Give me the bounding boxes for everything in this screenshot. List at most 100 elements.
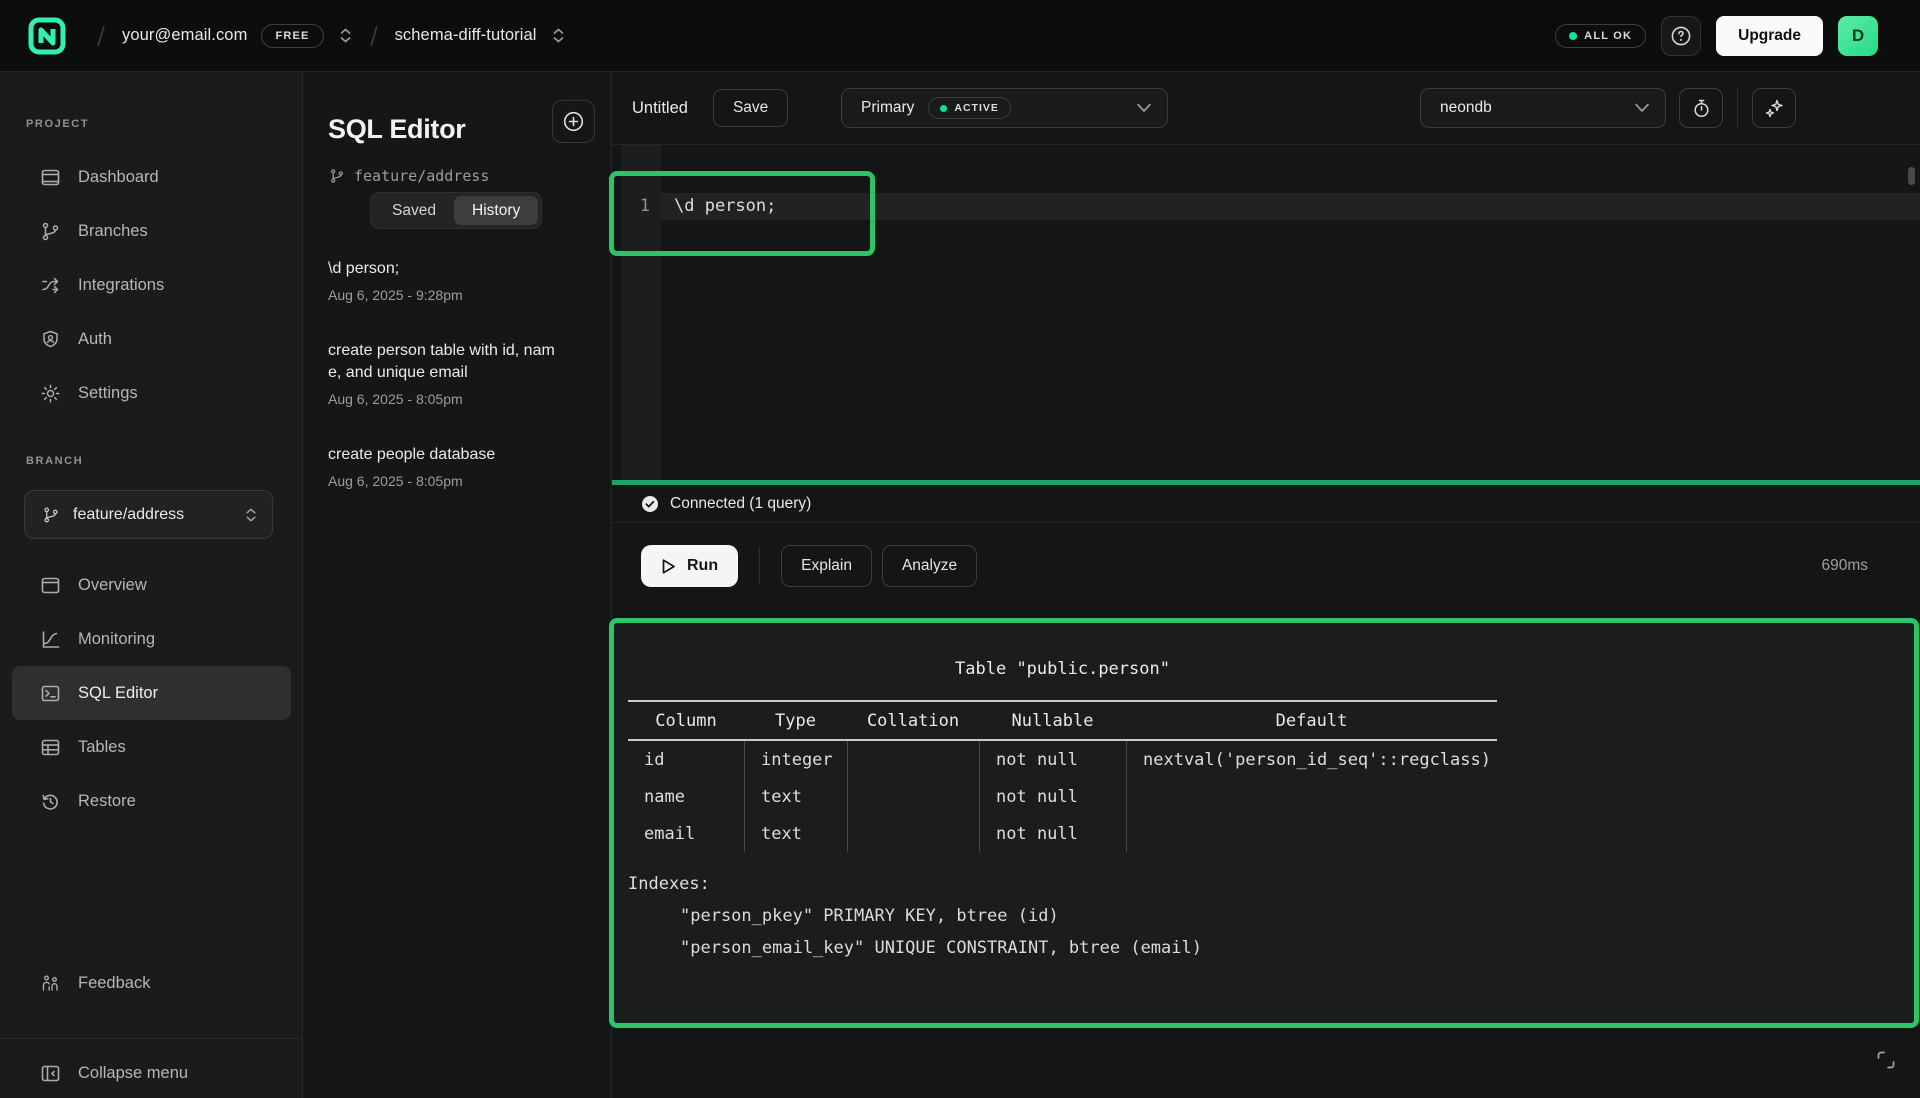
- sidebar-item-sql-editor[interactable]: SQL Editor: [12, 666, 291, 720]
- query-tab-title[interactable]: Untitled: [632, 99, 688, 118]
- chevrons-updown-icon: [244, 507, 258, 523]
- upgrade-button[interactable]: Upgrade: [1716, 16, 1823, 56]
- column-header: Collation: [847, 711, 979, 731]
- active-dot-icon: [940, 105, 947, 112]
- history-timestamp: Aug 6, 2025 - 9:28pm: [328, 287, 586, 303]
- editor-scrollbar[interactable]: [1908, 167, 1915, 185]
- save-button[interactable]: Save: [713, 89, 788, 127]
- expand-results-button[interactable]: [1874, 1048, 1898, 1072]
- compute-name: Primary: [861, 99, 914, 117]
- status-pill[interactable]: ALL OK: [1555, 24, 1646, 48]
- cell-default: [1126, 778, 1497, 815]
- account-switcher-chevrons-icon[interactable]: [338, 27, 353, 44]
- sidebar-item-overview[interactable]: Overview: [12, 558, 291, 612]
- results-area: Table "public.person" Column Type Collat…: [612, 609, 1920, 1098]
- overview-icon: [40, 575, 61, 596]
- auth-shield-icon: [40, 329, 61, 350]
- sparkles-icon: [1764, 98, 1785, 119]
- history-item[interactable]: create person table with id, name, and u…: [328, 340, 586, 407]
- sidebar-item-label: SQL Editor: [78, 684, 158, 703]
- project-breadcrumb[interactable]: schema-diff-tutorial: [395, 26, 537, 45]
- cell-default: [1126, 815, 1497, 852]
- tab-saved[interactable]: Saved: [374, 196, 454, 225]
- sidebar-item-tables[interactable]: Tables: [12, 720, 291, 774]
- chevron-down-icon: [1634, 103, 1650, 113]
- sidebar-item-label: Branches: [78, 222, 148, 241]
- run-button[interactable]: Run: [641, 545, 738, 587]
- page-title: SQL Editor: [328, 114, 466, 145]
- branch-section-heading: BRANCH: [26, 455, 83, 467]
- compute-status-badge: ACTIVE: [928, 97, 1011, 119]
- cell-collation: [847, 741, 979, 778]
- help-button[interactable]: [1661, 16, 1701, 56]
- code-editor[interactable]: 1 \d person;: [612, 145, 1920, 480]
- query-duration: 690ms: [1821, 557, 1868, 575]
- indexes-heading: Indexes:: [628, 874, 1914, 894]
- check-circle-icon: [641, 495, 659, 513]
- cell-collation: [847, 815, 979, 852]
- main-pane: Untitled Save Primary ACTIVE neondb: [612, 72, 1920, 1098]
- sidebar-item-branches[interactable]: Branches: [12, 204, 291, 258]
- column-header: Type: [744, 711, 847, 731]
- monitoring-chart-icon: [40, 629, 61, 650]
- collapse-menu-button[interactable]: Collapse menu: [12, 1046, 291, 1098]
- sidebar-item-restore[interactable]: Restore: [12, 774, 291, 828]
- project-switcher-chevrons-icon[interactable]: [551, 27, 566, 44]
- question-circle-icon: [1670, 25, 1692, 47]
- restore-clock-icon: [40, 791, 61, 812]
- compute-selector[interactable]: Primary ACTIVE: [841, 88, 1168, 128]
- table-row: id integer not null nextval('person_id_s…: [628, 741, 1497, 778]
- sidebar-divider: [0, 1038, 302, 1039]
- index-entry: "person_email_key" UNIQUE CONSTRAINT, bt…: [680, 938, 1914, 958]
- cell-collation: [847, 778, 979, 815]
- query-timing-button[interactable]: [1679, 88, 1723, 128]
- table-row: email text not null: [628, 815, 1497, 852]
- neon-console: your@email.com FREE schema-diff-tutorial…: [0, 0, 1920, 1098]
- sidebar-item-label: Overview: [78, 576, 147, 595]
- feedback-people-icon: [40, 973, 61, 994]
- ai-assist-button[interactable]: [1752, 88, 1796, 128]
- cell-nullable: not null: [979, 778, 1126, 815]
- sidebar-item-label: Tables: [78, 738, 126, 757]
- new-query-button[interactable]: [552, 100, 595, 143]
- sidebar-item-settings[interactable]: Settings: [12, 366, 291, 420]
- tab-history[interactable]: History: [454, 196, 538, 225]
- branch-selector[interactable]: feature/address: [24, 490, 273, 539]
- analyze-button[interactable]: Analyze: [882, 545, 977, 587]
- toolbar-separator: [759, 547, 760, 585]
- sidebar-item-label: Dashboard: [78, 168, 159, 187]
- history-item[interactable]: create people database Aug 6, 2025 - 8:0…: [328, 444, 586, 489]
- header-separator: [1737, 88, 1738, 128]
- explain-button[interactable]: Explain: [781, 545, 872, 587]
- cell-type: text: [744, 778, 847, 815]
- neon-logo-icon[interactable]: [28, 17, 66, 55]
- expand-icon: [1874, 1048, 1898, 1072]
- avatar[interactable]: D: [1838, 16, 1878, 56]
- sidebar-item-dashboard[interactable]: Dashboard: [12, 150, 291, 204]
- saved-history-tabs: Saved History: [370, 192, 542, 229]
- query-text[interactable]: \d person;: [674, 196, 776, 216]
- sidebar-item-auth[interactable]: Auth: [12, 312, 291, 366]
- connection-status-bar: Connected (1 query): [612, 485, 1920, 523]
- sidebar: PROJECT Dashboard Branches Integrations …: [0, 72, 303, 1098]
- history-query: \d person;: [328, 258, 568, 281]
- status-dot-icon: [1569, 32, 1577, 40]
- connection-status-text: Connected (1 query): [670, 495, 811, 513]
- collapse-panel-icon: [40, 1063, 61, 1084]
- line-number: 1: [621, 196, 650, 216]
- result-table-title: Table "public.person": [628, 659, 1497, 679]
- sidebar-item-feedback[interactable]: Feedback: [12, 956, 291, 1010]
- sidebar-item-integrations[interactable]: Integrations: [12, 258, 291, 312]
- tutorial-highlight-results: Table "public.person" Column Type Collat…: [609, 618, 1919, 1028]
- sidebar-item-monitoring[interactable]: Monitoring: [12, 612, 291, 666]
- account-breadcrumb[interactable]: your@email.com: [122, 26, 247, 45]
- dashboard-icon: [40, 167, 61, 188]
- compute-status-label: ACTIVE: [954, 102, 999, 114]
- sql-editor-icon: [40, 683, 61, 704]
- history-item[interactable]: \d person; Aug 6, 2025 - 9:28pm: [328, 258, 586, 303]
- branch-selector-value: feature/address: [73, 506, 231, 524]
- column-header: Column: [628, 711, 744, 731]
- cell-type: text: [744, 815, 847, 852]
- database-selector[interactable]: neondb: [1420, 88, 1666, 128]
- cell-default: nextval('person_id_seq'::regclass): [1126, 741, 1497, 778]
